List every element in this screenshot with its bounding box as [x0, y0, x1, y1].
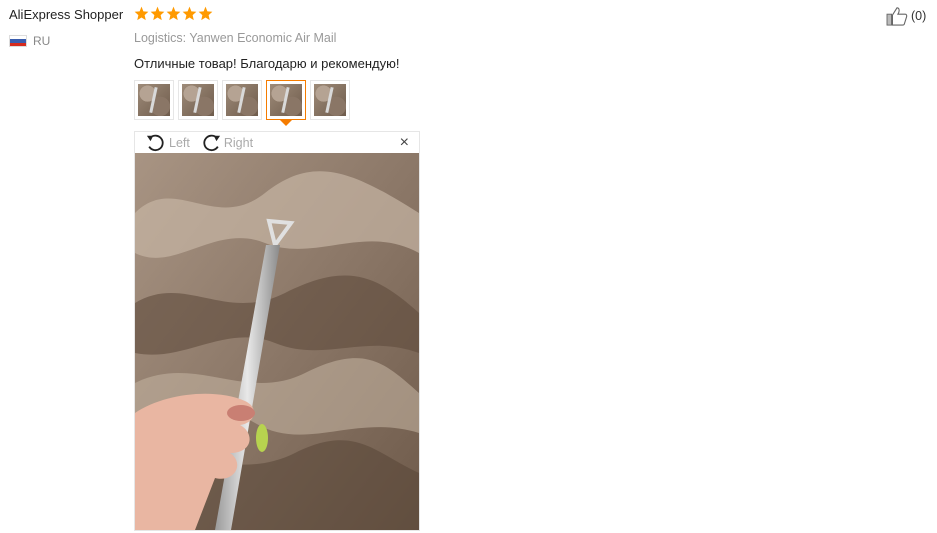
reviewer-country: RU: [9, 34, 50, 48]
thumbnail-image: [182, 84, 214, 116]
star-icon: [182, 6, 197, 21]
rating-stars: [134, 6, 213, 21]
rotate-right-icon: [203, 134, 220, 151]
review-thumbnail[interactable]: [178, 80, 218, 120]
review-text: Отличные товар! Благодарю и рекомендую!: [134, 56, 400, 71]
review-thumbnail[interactable]: [222, 80, 262, 120]
review-thumbnail-active[interactable]: [266, 80, 306, 126]
logistics-info: Logistics: Yanwen Economic Air Mail: [134, 31, 337, 45]
thumbnail-image: [226, 84, 258, 116]
rotate-left-button[interactable]: Left: [145, 133, 190, 153]
star-icon: [166, 6, 181, 21]
thumbnail-image: [270, 84, 302, 116]
country-code: RU: [33, 34, 51, 48]
viewer-toolbar: Left Right ×: [135, 132, 419, 153]
review-thumbnail[interactable]: [134, 80, 174, 120]
thumbnail-image: [314, 84, 346, 116]
image-viewer: Left Right ×: [134, 131, 420, 531]
review-photo: [135, 153, 419, 530]
thumbs-up-icon: [886, 7, 908, 26]
star-icon: [150, 6, 165, 21]
like-count: (0): [911, 9, 927, 23]
star-icon: [134, 6, 149, 21]
like-button[interactable]: (0): [886, 6, 926, 26]
rotate-left-icon: [146, 134, 164, 151]
thumbnail-image: [138, 84, 170, 116]
rotate-left-label: Left: [169, 135, 190, 150]
rotate-right-button[interactable]: Right: [200, 133, 253, 153]
russia-flag-icon: [9, 35, 27, 47]
close-icon[interactable]: ×: [400, 134, 409, 152]
rotate-right-label: Right: [223, 135, 254, 150]
reviewer-name: AliExpress Shopper: [9, 7, 124, 22]
review-thumbnail[interactable]: [310, 80, 350, 120]
review-thumbnails: [134, 80, 350, 126]
star-icon: [198, 6, 213, 21]
